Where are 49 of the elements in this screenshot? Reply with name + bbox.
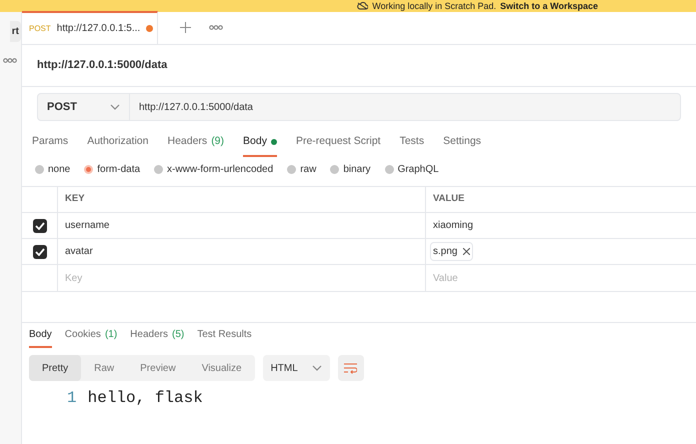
code-line: hello, flask: [88, 390, 203, 406]
checkbox[interactable]: [32, 218, 46, 232]
format-select[interactable]: HTML: [262, 355, 330, 381]
more-icon[interactable]: [3, 58, 17, 63]
request-section-tab[interactable]: Pre-request Script: [296, 129, 381, 157]
response-tab[interactable]: Body: [29, 323, 52, 348]
body-type-radio[interactable]: form-data: [84, 162, 140, 177]
import-button[interactable]: rt: [10, 21, 21, 42]
body-type-radio[interactable]: GraphQL: [384, 162, 439, 177]
response-tab[interactable]: Cookies (1): [64, 323, 118, 348]
request-section-tab[interactable]: Body: [243, 129, 277, 157]
checkbox[interactable]: [32, 244, 46, 258]
value-field[interactable]: Value: [426, 265, 696, 291]
method-label: POST: [29, 22, 51, 34]
key-field[interactable]: Key: [58, 265, 426, 291]
request-section-tab[interactable]: Headers (9): [167, 129, 224, 157]
wrap-button[interactable]: [338, 355, 364, 381]
wrap-lines-icon: [344, 362, 358, 374]
response-tab[interactable]: Headers (5): [130, 323, 184, 348]
line-number: 1: [67, 390, 77, 406]
body-type-radio[interactable]: raw: [287, 162, 316, 177]
column-header: KEY: [58, 187, 426, 212]
view-mode-tab[interactable]: Pretty: [29, 355, 82, 381]
file-chip[interactable]: s.png: [430, 242, 474, 261]
banner-text: Working locally in Scratch Pad.: [372, 2, 496, 10]
request-section-tab[interactable]: Settings: [443, 129, 482, 157]
chevron-down-icon: [312, 365, 322, 371]
close-icon[interactable]: [463, 248, 470, 255]
view-mode-tab[interactable]: Raw: [81, 355, 128, 381]
column-header: VALUE: [432, 192, 466, 206]
body-type-radio[interactable]: binary: [330, 162, 371, 177]
request-tab[interactable]: POST http://127.0.0.1:5...: [22, 11, 158, 44]
table-cell[interactable]: xiaoming: [430, 218, 476, 233]
plus-icon[interactable]: [180, 22, 191, 33]
table-cell[interactable]: username: [58, 213, 426, 238]
view-mode-tab[interactable]: Visualize: [188, 355, 255, 381]
table-cell[interactable]: avatar: [58, 239, 426, 264]
request-section-tab[interactable]: Authorization: [87, 129, 148, 157]
request-section-tab[interactable]: Tests: [400, 129, 424, 157]
cloud-off-icon: [357, 2, 368, 10]
tab-title: http://127.0.0.1:5...: [56, 22, 140, 36]
more-icon[interactable]: [209, 25, 223, 30]
response-tab[interactable]: Test Results: [197, 323, 252, 348]
body-type-radio[interactable]: none: [35, 162, 70, 177]
body-type-radio[interactable]: x-www-form-urlencoded: [154, 162, 274, 177]
view-mode-tab[interactable]: Preview: [127, 355, 189, 381]
request-section-tab[interactable]: Params: [32, 129, 68, 157]
request-title: http://127.0.0.1:5000/data: [37, 58, 168, 74]
workspace-link[interactable]: Switch to a Workspace: [500, 2, 598, 10]
